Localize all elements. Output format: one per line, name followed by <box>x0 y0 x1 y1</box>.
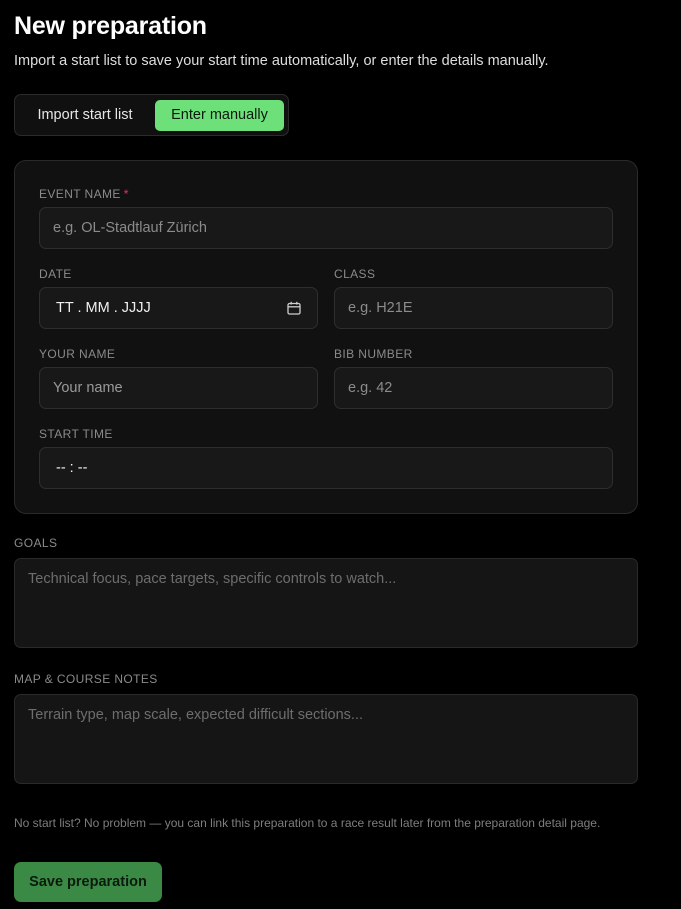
event-name-placeholder: e.g. OL-Stadtlauf Zürich <box>53 220 207 236</box>
notes-label: MAP & COURSE NOTES <box>14 672 158 686</box>
date-input[interactable]: TT . MM . JJJJ <box>39 287 318 329</box>
enter-manually-tab[interactable]: Enter manually <box>155 100 284 131</box>
start-list-hint: No start list? No problem — you can link… <box>14 816 601 830</box>
start-time-value: -- : -- <box>56 460 88 476</box>
page-subtitle: Import a start list to save your start t… <box>14 53 549 69</box>
start-time-input[interactable]: -- : -- <box>39 447 613 489</box>
goals-textarea[interactable]: Technical focus, pace targets, specific … <box>14 558 638 648</box>
class-input[interactable]: e.g. H21E <box>334 287 613 329</box>
notes-textarea[interactable]: Terrain type, map scale, expected diffic… <box>14 694 638 784</box>
your-name-placeholder: Your name <box>53 380 123 396</box>
goals-placeholder: Technical focus, pace targets, specific … <box>28 571 397 587</box>
bib-number-input[interactable]: e.g. 42 <box>334 367 613 409</box>
page-title: New preparation <box>14 12 207 40</box>
import-start-list-tab[interactable]: Import start list <box>21 100 149 131</box>
date-label: DATE <box>39 267 72 281</box>
save-preparation-button[interactable]: Save preparation <box>14 862 162 902</box>
notes-placeholder: Terrain type, map scale, expected diffic… <box>28 707 364 723</box>
event-name-label: EVENT NAME * <box>39 187 129 201</box>
calendar-icon[interactable] <box>287 301 301 315</box>
bib-number-label: BIB NUMBER <box>334 347 413 361</box>
event-name-input[interactable]: e.g. OL-Stadtlauf Zürich <box>39 207 613 249</box>
class-label: CLASS <box>334 267 376 281</box>
date-value: TT . MM . JJJJ <box>56 300 151 316</box>
your-name-input[interactable]: Your name <box>39 367 318 409</box>
required-marker: * <box>123 187 129 201</box>
goals-label: GOALS <box>14 536 58 550</box>
start-time-label: START TIME <box>39 427 113 441</box>
class-placeholder: e.g. H21E <box>348 300 413 316</box>
details-card: EVENT NAME * e.g. OL-Stadtlauf Zürich DAT… <box>14 160 638 514</box>
mode-toggle: Import start list Enter manually <box>14 94 289 136</box>
bib-number-placeholder: e.g. 42 <box>348 380 393 396</box>
your-name-label: YOUR NAME <box>39 347 116 361</box>
